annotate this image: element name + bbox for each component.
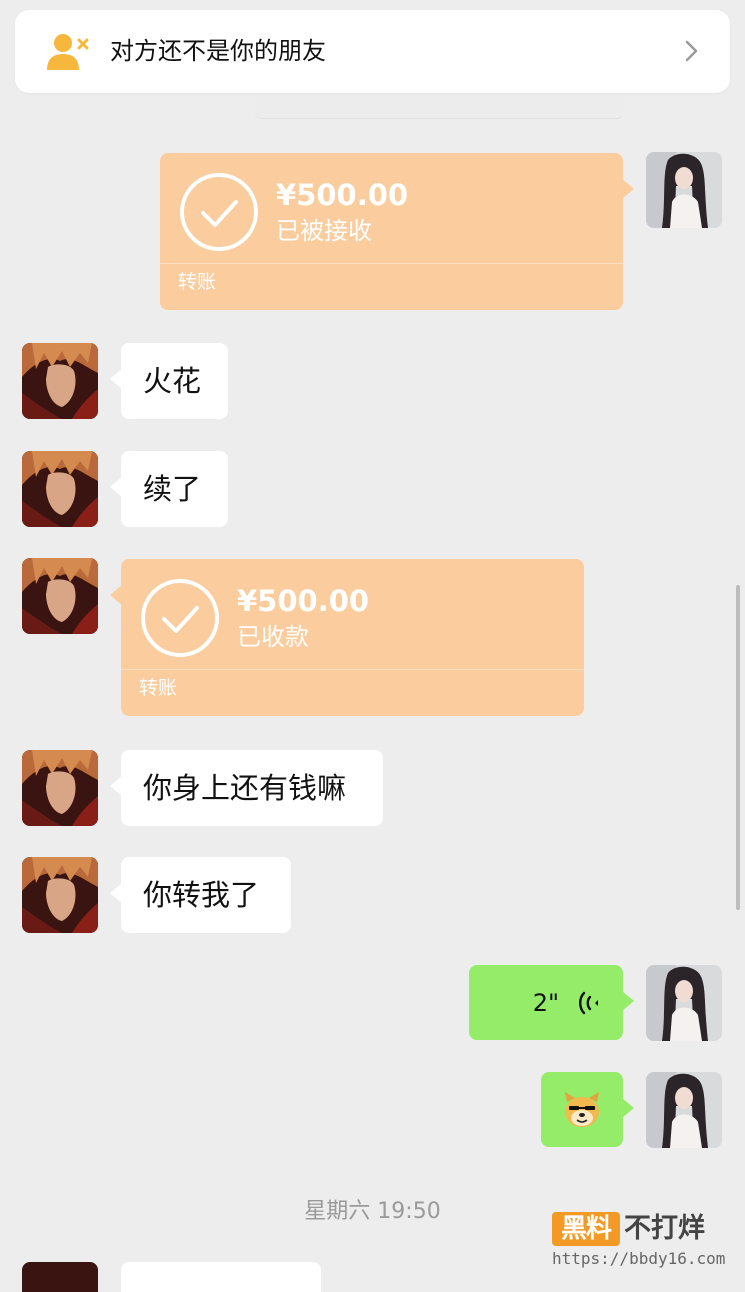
transfer-bubble-received[interactable]: ¥500.00 已收款 转账: [110, 559, 584, 716]
watermark-badge: 黑料: [552, 1212, 620, 1246]
scrollbar[interactable]: [736, 585, 740, 910]
message-bubble-received[interactable]: 你身上还有钱嘛: [110, 750, 383, 826]
transfer-divider: [121, 669, 584, 670]
chevron-right-icon: [685, 40, 698, 62]
voice-wave-icon: [579, 991, 598, 1014]
message-text: 续了: [143, 472, 202, 506]
voice-duration: 2": [532, 988, 559, 1017]
contact-avatar[interactable]: [22, 750, 98, 826]
transfer-amount: ¥500.00: [276, 178, 409, 212]
contact-avatar[interactable]: [22, 343, 98, 419]
check-circle-icon: [141, 579, 219, 657]
contact-avatar-partial[interactable]: [22, 1262, 98, 1292]
message-bubble-received[interactable]: 火花: [110, 343, 228, 419]
message-text: 你转我了: [143, 878, 260, 912]
not-friend-banner[interactable]: 对方还不是你的朋友: [15, 10, 730, 93]
my-avatar[interactable]: [646, 152, 722, 228]
my-avatar[interactable]: [646, 1072, 722, 1148]
watermark-url: https://bbdy16.com: [552, 1249, 726, 1268]
message-bubble-received[interactable]: 续了: [110, 451, 228, 527]
transfer-amount: ¥500.00: [237, 584, 370, 618]
message-text: 火花: [143, 364, 202, 398]
message-text: 你身上还有钱嘛: [143, 771, 347, 805]
watermark: 黑料 不打烊 https://bbdy16.com: [552, 1212, 732, 1272]
contact-avatar[interactable]: [22, 451, 98, 527]
message-bubble-partial[interactable]: [121, 1262, 321, 1292]
message-bubble-received[interactable]: 你转我了: [110, 857, 291, 933]
my-avatar[interactable]: [646, 965, 722, 1041]
watermark-brand: 不打烊: [624, 1213, 705, 1244]
transfer-bubble-sent[interactable]: ¥500.00 已被接收 转账: [160, 153, 634, 310]
previous-message-edge: [255, 96, 623, 119]
doge-sticker-icon: [565, 1091, 599, 1127]
contact-avatar[interactable]: [22, 558, 98, 634]
check-circle-icon: [180, 173, 258, 251]
contact-avatar[interactable]: [22, 857, 98, 933]
sticker-message-bubble[interactable]: [541, 1072, 634, 1147]
person-x-icon: [47, 34, 89, 70]
transfer-status: 已收款: [237, 623, 309, 651]
transfer-status: 已被接收: [276, 217, 372, 245]
transfer-label: 转账: [139, 677, 178, 699]
voice-message-bubble[interactable]: 2": [469, 965, 634, 1040]
transfer-divider: [160, 263, 623, 264]
banner-text: 对方还不是你的朋友: [110, 37, 326, 65]
transfer-label: 转账: [178, 271, 217, 293]
